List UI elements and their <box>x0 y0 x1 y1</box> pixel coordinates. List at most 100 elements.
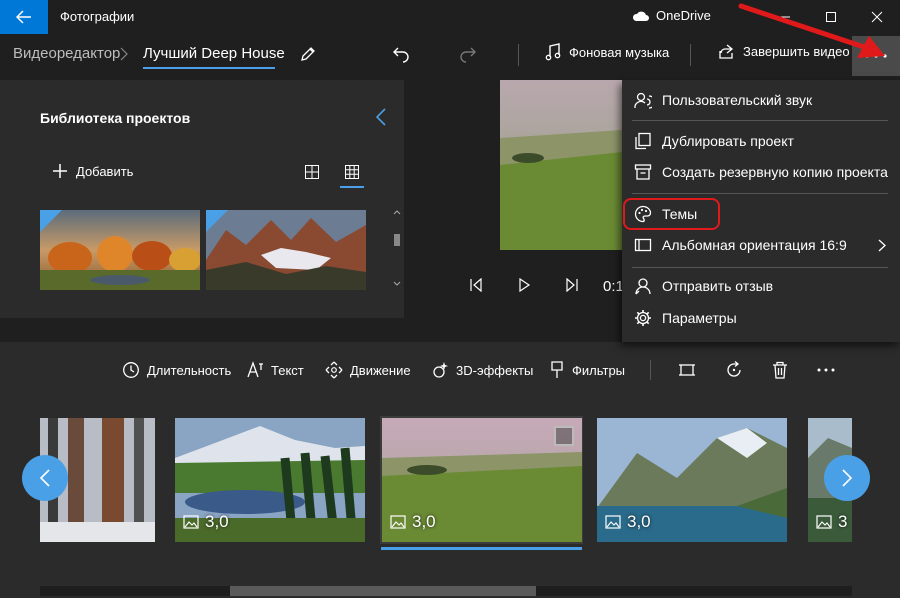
large-grid-view-button[interactable] <box>302 162 322 182</box>
library-title: Библиотека проектов <box>40 110 191 126</box>
trash-icon <box>773 361 787 379</box>
library-thumbnail[interactable] <box>206 210 366 290</box>
redo-icon <box>460 47 476 63</box>
collapse-chevron-icon[interactable] <box>376 108 386 126</box>
image-icon <box>605 515 621 529</box>
library-thumbnail[interactable] <box>40 210 200 290</box>
add-media-button[interactable]: Добавить <box>52 163 133 179</box>
scroll-right-button[interactable] <box>824 455 870 501</box>
themes-highlight-box <box>623 198 720 230</box>
plus-icon <box>53 164 67 178</box>
motion-button[interactable]: Движение <box>325 361 411 379</box>
grid-small-icon <box>345 165 359 179</box>
motion-icon <box>325 361 343 379</box>
video-preview[interactable] <box>500 80 622 250</box>
onedrive-label: OneDrive <box>656 8 711 23</box>
background-music-label: Фоновая музыка <box>569 44 670 60</box>
storyboard-card-selected[interactable]: 3,0 <box>382 418 582 542</box>
rotate-button[interactable] <box>724 360 744 380</box>
duration-button[interactable]: Длительность <box>122 361 231 379</box>
autumn-landscape-image <box>40 210 200 290</box>
storyboard-card[interactable]: 3,0 <box>175 418 365 542</box>
scrollbar-thumb[interactable] <box>230 586 536 596</box>
crop-button[interactable] <box>677 360 697 380</box>
breadcrumb-video-editor[interactable]: Видеоредактор <box>13 45 120 62</box>
cloud-icon <box>632 11 649 21</box>
menu-item-custom-audio[interactable]: Пользовательский звук <box>622 85 900 115</box>
menu-item-label: Пользовательский звук <box>662 92 813 108</box>
custom-audio-icon <box>634 91 652 109</box>
menu-item-duplicate-project[interactable]: Дублировать проект <box>622 126 900 156</box>
clock-icon <box>123 362 139 378</box>
project-name-underline <box>143 67 275 69</box>
gear-icon <box>634 309 652 327</box>
3d-effects-button[interactable]: 3D-эффекты <box>431 361 533 379</box>
chevron-right-icon <box>120 47 128 61</box>
submenu-chevron-icon <box>878 239 886 252</box>
menu-item-backup-project[interactable]: Создать резервную копию проекта <box>622 157 900 187</box>
onedrive-status[interactable]: OneDrive <box>632 8 711 23</box>
duplicate-icon <box>634 132 652 150</box>
redo-button[interactable] <box>456 42 480 66</box>
card-duration-label: 3,0 <box>412 512 436 531</box>
feedback-icon <box>634 277 652 295</box>
playback-time: 0:1 <box>603 278 624 295</box>
chevron-right-icon <box>842 469 853 487</box>
library-scrollbar[interactable] <box>392 208 402 290</box>
card-duration: 3,0 <box>390 512 436 532</box>
filters-label: Фильтры <box>572 362 626 378</box>
image-icon <box>183 515 199 529</box>
crop-frame-icon <box>679 364 695 376</box>
storyboard-panel: Длительность Текст Движение 3D-эффекты Ф… <box>0 342 900 598</box>
menu-divider <box>632 267 888 268</box>
filters-button[interactable]: Фильтры <box>549 361 625 379</box>
menu-item-send-feedback[interactable]: Отправить отзыв <box>622 271 900 301</box>
storyboard-scrollbar[interactable] <box>40 586 852 596</box>
play-button[interactable] <box>514 276 534 294</box>
storyboard-card[interactable]: 3,0 <box>597 418 787 542</box>
small-grid-view-button[interactable] <box>342 162 362 182</box>
motion-label: Движение <box>350 362 411 378</box>
undo-button[interactable] <box>389 42 413 66</box>
menu-item-label: Параметры <box>662 310 737 326</box>
selected-card-indicator <box>381 547 582 550</box>
menu-item-settings[interactable]: Параметры <box>622 303 900 333</box>
text-label: Текст <box>271 362 304 378</box>
ellipsis-icon <box>817 368 835 372</box>
storyboard-more-button[interactable] <box>816 360 836 380</box>
delete-button[interactable] <box>770 360 790 380</box>
project-name[interactable]: Лучший Deep House <box>143 45 285 62</box>
toolbar-divider <box>518 44 519 66</box>
project-library-panel: Библиотека проектов Добавить <box>0 80 404 318</box>
step-back-icon <box>470 278 482 292</box>
card-select-checkbox[interactable] <box>554 426 574 446</box>
red-pointer-arrow-icon <box>738 3 885 58</box>
play-icon <box>519 278 531 292</box>
menu-divider <box>632 193 888 194</box>
menu-item-label: Создать резервную копию проекта <box>662 164 888 180</box>
rotate-icon <box>727 361 741 377</box>
scroll-left-button[interactable] <box>22 455 68 501</box>
chevron-left-icon <box>39 469 50 487</box>
image-icon <box>816 515 832 529</box>
image-icon <box>390 515 406 529</box>
preview-frame-image <box>500 80 622 250</box>
previous-frame-button[interactable] <box>466 276 486 294</box>
menu-divider <box>632 120 888 121</box>
menu-item-landscape-orientation[interactable]: Альбомная ориентация 16:9 <box>622 230 900 260</box>
rename-button[interactable] <box>296 42 320 66</box>
3d-effects-label: 3D-эффекты <box>456 362 534 378</box>
filter-brush-icon <box>551 361 563 378</box>
next-frame-button[interactable] <box>562 276 582 294</box>
text-button[interactable]: Текст <box>246 361 304 379</box>
thumbnail-corner-marker <box>40 210 62 232</box>
mountain-landscape-image <box>206 210 366 290</box>
scrollbar-track <box>393 210 401 286</box>
card-duration-label: 3,0 <box>205 512 229 531</box>
undo-icon <box>393 47 409 63</box>
card-duration: 3 <box>816 512 847 532</box>
3d-effects-icon <box>433 362 448 378</box>
background-music-button[interactable]: Фоновая музыка <box>545 43 669 61</box>
card-duration-label: 3,0 <box>627 512 651 531</box>
back-button[interactable] <box>0 0 48 34</box>
